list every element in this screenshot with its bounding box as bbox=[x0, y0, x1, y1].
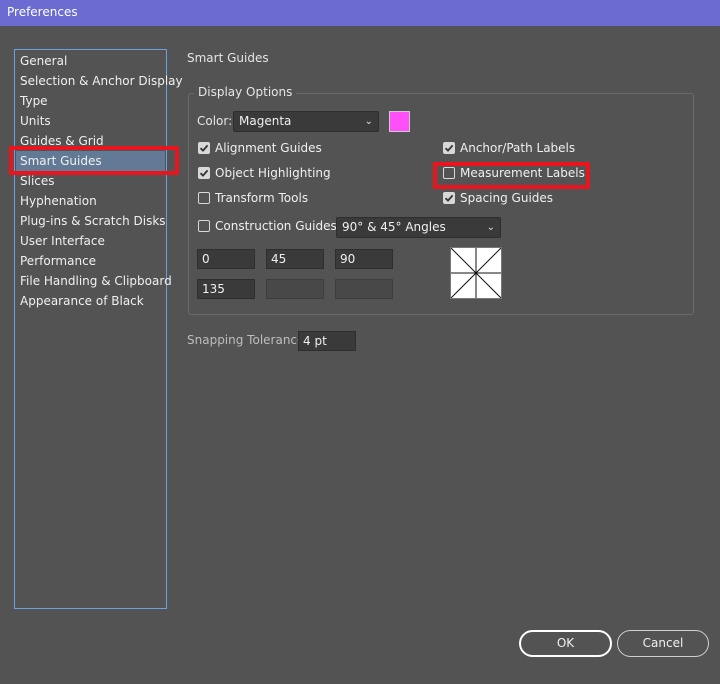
angle-field-6 bbox=[335, 279, 393, 299]
sidebar-item-performance[interactable]: Performance bbox=[20, 251, 96, 271]
checkbox-unchecked-icon bbox=[443, 167, 455, 179]
sidebar-item-general[interactable]: General bbox=[20, 51, 67, 71]
measurement-labels-label: Measurement Labels bbox=[460, 166, 585, 180]
sidebar-item-file-handling-clipboard[interactable]: File Handling & Clipboard bbox=[20, 271, 172, 291]
chevron-down-icon: ⌄ bbox=[364, 116, 373, 127]
angle-field-5 bbox=[266, 279, 324, 299]
window-title: Preferences bbox=[7, 5, 78, 19]
section-title: Smart Guides bbox=[187, 51, 269, 65]
color-dropdown[interactable]: Magenta ⌄ bbox=[233, 111, 379, 132]
alignment-guides-label: Alignment Guides bbox=[215, 141, 322, 155]
angle-field-2[interactable]: 45 bbox=[266, 249, 324, 269]
sidebar-item-appearance-of-black[interactable]: Appearance of Black bbox=[20, 291, 144, 311]
sidebar-item-selection-anchor-display[interactable]: Selection & Anchor Display bbox=[20, 71, 183, 91]
cancel-button[interactable]: Cancel bbox=[617, 630, 709, 657]
chevron-down-icon: ⌄ bbox=[486, 222, 495, 233]
checkbox-unchecked-icon bbox=[198, 220, 210, 232]
color-swatch[interactable] bbox=[389, 111, 410, 132]
spacing-guides-label: Spacing Guides bbox=[460, 191, 554, 205]
display-options-label: Display Options bbox=[194, 85, 297, 99]
sidebar-item-plugins-scratch-disks[interactable]: Plug-ins & Scratch Disks bbox=[20, 211, 166, 231]
checkbox-checked-icon bbox=[443, 192, 455, 204]
angle-field-1[interactable]: 0 bbox=[197, 249, 255, 269]
angles-dropdown[interactable]: 90° & 45° Angles ⌄ bbox=[336, 217, 501, 238]
snapping-tolerance-input[interactable]: 4 pt bbox=[298, 331, 356, 351]
checkbox-unchecked-icon bbox=[198, 192, 210, 204]
sidebar-item-smart-guides[interactable]: Smart Guides bbox=[16, 151, 165, 171]
angles-preview-icon bbox=[450, 247, 502, 299]
angle-field-4[interactable]: 135 bbox=[197, 279, 255, 299]
construction-guides-label: Construction Guides: bbox=[215, 219, 341, 233]
checkbox-checked-icon bbox=[198, 142, 210, 154]
sidebar-item-hyphenation[interactable]: Hyphenation bbox=[20, 191, 97, 211]
snapping-tolerance-label: Snapping Tolerance: bbox=[187, 333, 309, 347]
transform-tools-label: Transform Tools bbox=[215, 191, 309, 205]
sidebar-item-slices[interactable]: Slices bbox=[20, 171, 55, 191]
transform-tools-checkbox[interactable]: Transform Tools bbox=[198, 191, 308, 205]
sidebar-item-units[interactable]: Units bbox=[20, 111, 51, 131]
measurement-labels-checkbox[interactable]: Measurement Labels bbox=[443, 166, 585, 180]
sidebar-item-type[interactable]: Type bbox=[20, 91, 48, 111]
window-titlebar: Preferences bbox=[0, 0, 720, 26]
checkbox-checked-icon bbox=[198, 167, 210, 179]
color-dropdown-value: Magenta bbox=[239, 114, 292, 128]
sidebar-item-guides-grid[interactable]: Guides & Grid bbox=[20, 131, 104, 151]
sidebar-item-user-interface[interactable]: User Interface bbox=[20, 231, 105, 251]
construction-guides-checkbox[interactable]: Construction Guides: bbox=[198, 219, 341, 233]
preferences-sidebar: General Selection & Anchor Display Type … bbox=[14, 49, 183, 609]
object-highlighting-label: Object Highlighting bbox=[215, 166, 331, 180]
color-label: Color: bbox=[197, 114, 233, 128]
alignment-guides-checkbox[interactable]: Alignment Guides bbox=[198, 141, 322, 155]
angle-field-3[interactable]: 90 bbox=[335, 249, 393, 269]
checkbox-checked-icon bbox=[443, 142, 455, 154]
anchor-path-labels-checkbox[interactable]: Anchor/Path Labels bbox=[443, 141, 575, 155]
spacing-guides-checkbox[interactable]: Spacing Guides bbox=[443, 191, 553, 205]
anchor-path-labels-label: Anchor/Path Labels bbox=[460, 141, 576, 155]
angles-dropdown-value: 90° & 45° Angles bbox=[342, 220, 446, 234]
ok-button[interactable]: OK bbox=[519, 630, 612, 657]
object-highlighting-checkbox[interactable]: Object Highlighting bbox=[198, 166, 331, 180]
